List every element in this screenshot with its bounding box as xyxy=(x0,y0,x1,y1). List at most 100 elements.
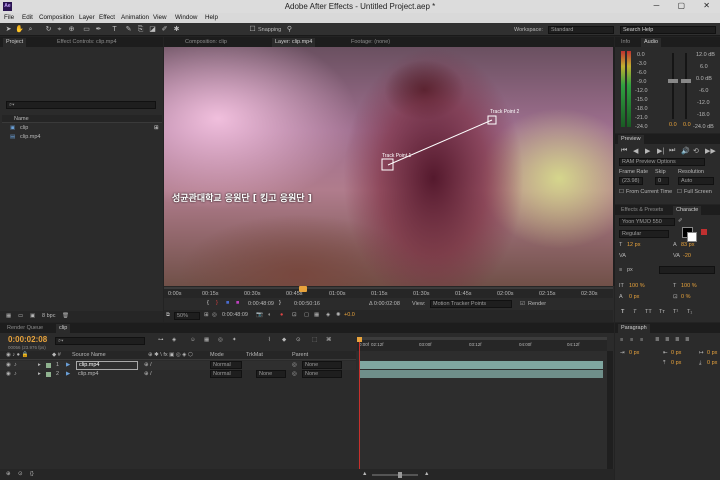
menu-window[interactable]: Window xyxy=(175,14,197,21)
layer-label-color[interactable] xyxy=(46,363,51,368)
ripple-insert-icon[interactable]: ■ xyxy=(226,300,229,306)
justify-center-icon[interactable]: ≣ xyxy=(665,337,670,343)
stroke-color-swatch[interactable] xyxy=(687,232,697,242)
3d-view-icon[interactable]: ◈ xyxy=(326,312,330,318)
stroke-style-select[interactable] xyxy=(659,266,715,274)
last-frame-icon[interactable]: ⏭ xyxy=(669,147,675,155)
in-point-timecode[interactable]: 0:00:48:09 xyxy=(248,301,274,307)
layer-parent-select[interactable]: None xyxy=(302,370,342,378)
timeline-layer-row[interactable]: ◉ ♪ ▸ 1 ▶ clip.mp4 ⊕ / Normal ◎ None xyxy=(0,361,356,370)
puppet-tool-icon[interactable]: ✱ xyxy=(172,25,181,34)
comp-mini-flowchart-icon[interactable]: ⊶ xyxy=(158,337,164,343)
next-frame-icon[interactable]: ▶| xyxy=(657,147,664,155)
loop-icon[interactable]: ⟲ xyxy=(693,147,699,155)
trash-icon[interactable]: 🗑 xyxy=(62,313,69,319)
layer-label-color[interactable] xyxy=(46,372,51,377)
audio-level-right[interactable]: 0.0 xyxy=(683,122,691,128)
layer-name[interactable]: clip.mp4 xyxy=(78,371,98,377)
indent-right-value[interactable]: 0 px xyxy=(671,350,681,356)
channel-icon[interactable]: ● xyxy=(280,312,283,318)
workspace-select[interactable]: Standard xyxy=(548,26,614,34)
layer-trkmat-select[interactable]: None xyxy=(256,370,286,378)
layer-parent-select[interactable]: None xyxy=(302,361,342,369)
layer-duration-bar[interactable] xyxy=(360,370,603,378)
layer-duration-bar[interactable] xyxy=(360,361,603,369)
mask-visibility-icon[interactable]: ◎ xyxy=(212,312,217,318)
skip-select[interactable]: 0 xyxy=(655,177,669,185)
timeline-search-input[interactable]: ⌕▾ xyxy=(55,337,145,345)
live-update-icon[interactable]: ⌘ xyxy=(326,337,332,343)
camera-tool-icon[interactable]: ⌖ xyxy=(55,25,64,34)
video-visibility-icon[interactable]: ◉ xyxy=(6,371,11,377)
layer-switches[interactable]: ⊕ / xyxy=(144,362,152,368)
frame-rate-select[interactable]: (23.98) xyxy=(619,177,643,185)
baseline-shift-value[interactable]: 0 px xyxy=(629,294,639,300)
tsume-value[interactable]: 0 % xyxy=(681,294,690,300)
faux-bold-icon[interactable]: T xyxy=(621,309,624,315)
menu-file[interactable]: File xyxy=(4,14,14,21)
rotation-tool-icon[interactable]: ↻ xyxy=(44,25,53,34)
playhead-line[interactable] xyxy=(359,337,360,469)
selection-tool-icon[interactable]: ➤ xyxy=(4,25,13,34)
subscript-icon[interactable]: T₁ xyxy=(687,309,692,315)
tracking-value[interactable]: -20 xyxy=(683,253,691,259)
menu-animation[interactable]: Animation xyxy=(121,14,149,21)
lock-icon[interactable]: ⊙ xyxy=(296,337,301,343)
frame-blending-icon[interactable]: ▦ xyxy=(204,337,209,343)
justify-left-icon[interactable]: ≣ xyxy=(655,337,660,343)
tab-preview[interactable]: Preview xyxy=(618,135,644,144)
menu-layer[interactable]: Layer xyxy=(79,14,95,21)
leading-value[interactable]: 83 px xyxy=(681,242,694,248)
graph-editor-icon[interactable]: ⌇ xyxy=(268,337,271,343)
timeline-layer-row[interactable]: ◉ ♪ ▸ 2 ▶ clip.mp4 ⊕ / Normal None ◎ Non… xyxy=(0,370,356,379)
snapping-options-icon[interactable]: ⚲ xyxy=(285,25,294,34)
justify-all-icon[interactable]: ≣ xyxy=(685,337,690,343)
menu-edit[interactable]: Edit xyxy=(22,14,33,21)
brush-tool-icon[interactable]: ✎ xyxy=(124,25,133,34)
pen-tool-icon[interactable]: ✒ xyxy=(94,25,103,34)
view-select[interactable]: Motion Tracker Points xyxy=(430,300,512,308)
layer-name-field[interactable]: clip.mp4 xyxy=(76,361,138,370)
shy-layers-icon[interactable]: ☺ xyxy=(190,337,196,343)
zoom-in-icon[interactable]: ▲ xyxy=(424,471,429,477)
menu-composition[interactable]: Composition xyxy=(39,14,74,21)
space-after-value[interactable]: 0 px xyxy=(707,360,717,366)
layer-mode-select[interactable]: Normal xyxy=(210,370,242,378)
prev-frame-icon[interactable]: ◀ xyxy=(633,147,638,155)
motion-blur-icon[interactable]: ◎ xyxy=(218,337,223,343)
ram-preview-icon[interactable]: ▶▶ xyxy=(705,147,716,155)
audio-visibility-icon[interactable]: ♪ xyxy=(14,371,17,377)
keyframe-icon[interactable]: ◆ xyxy=(282,337,286,343)
indent-first-value[interactable]: 0 px xyxy=(707,350,717,356)
column-name[interactable]: Name xyxy=(14,116,29,122)
ram-preview-options-select[interactable]: RAM Preview Options xyxy=(619,158,705,166)
layer-mode-select[interactable]: Normal xyxy=(210,361,242,369)
toggle-modes-icon[interactable]: ⊙ xyxy=(18,471,23,477)
align-center-icon[interactable]: ≡ xyxy=(630,337,633,343)
tab-footage[interactable]: Footage: (none) xyxy=(348,38,393,47)
audio-visibility-icon[interactable]: ♪ xyxy=(14,362,17,368)
search-help-input[interactable]: Search Help xyxy=(620,26,716,34)
timeline-zoom-thumb[interactable] xyxy=(398,472,402,478)
timeline-zoom-slider[interactable] xyxy=(372,474,418,476)
window-controls[interactable]: ─ ▢ ✕ xyxy=(654,1,718,10)
toggle-in-out-icon[interactable]: {} xyxy=(30,471,34,477)
video-visibility-icon[interactable]: ◉ xyxy=(6,362,11,368)
set-in-icon[interactable]: { xyxy=(207,300,209,306)
hand-tool-icon[interactable]: ✋ xyxy=(15,25,24,34)
timeline-scrollbar[interactable] xyxy=(607,351,613,469)
out-point-timecode[interactable]: 0:00:50:16 xyxy=(294,301,320,307)
eraser-tool-icon[interactable]: ◪ xyxy=(148,25,157,34)
brainstorm-icon[interactable]: ✦ xyxy=(232,337,237,343)
small-caps-icon[interactable]: Tᴛ xyxy=(659,309,665,315)
audio-toggle-icon[interactable]: 🔊 xyxy=(681,147,690,155)
show-snapshot-icon[interactable]: ◐ xyxy=(268,312,271,318)
menu-help[interactable]: Help xyxy=(205,14,218,21)
superscript-icon[interactable]: T¹ xyxy=(673,309,678,315)
graph-icon[interactable]: ⬚ xyxy=(312,337,317,343)
font-size-value[interactable]: 12 px xyxy=(627,242,640,248)
column-mode[interactable]: Mode xyxy=(210,352,224,358)
font-style-select[interactable]: Regular xyxy=(619,230,669,238)
tab-character[interactable]: Characte xyxy=(673,206,702,215)
mask-tool-icon[interactable]: ▭ xyxy=(82,25,91,34)
